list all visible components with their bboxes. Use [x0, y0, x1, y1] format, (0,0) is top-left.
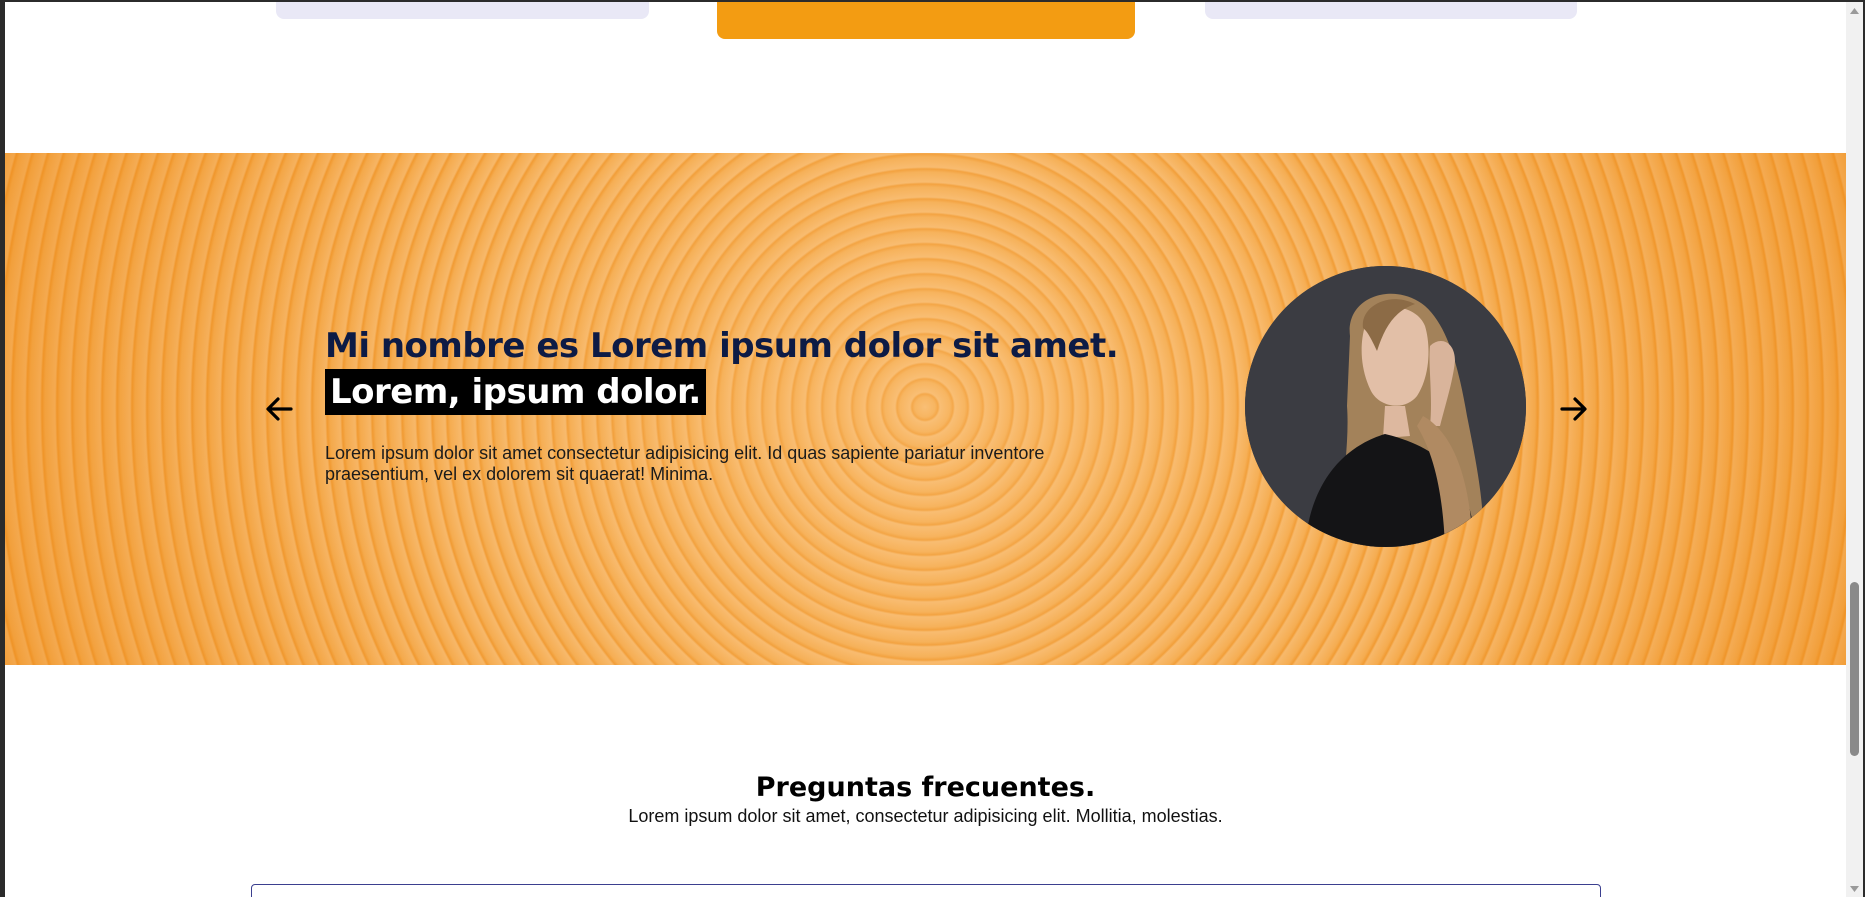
page-viewport: Mi nombre es Lorem ipsum dolor sit amet.…: [5, 2, 1846, 897]
pricing-card-featured: [717, 2, 1135, 39]
caret-down-icon: [1850, 885, 1859, 892]
faq-title: Preguntas frecuentes.: [755, 772, 1096, 803]
portrait-image: [1245, 266, 1526, 547]
slider-next-button[interactable]: [1554, 389, 1594, 429]
caret-up-icon: [1850, 7, 1859, 14]
testimonial-avatar: [1245, 266, 1526, 547]
pricing-card-left: [276, 2, 649, 19]
arrow-left-icon: [266, 397, 293, 421]
faq-subtitle: Lorem ipsum dolor sit amet, consectetur …: [628, 806, 1223, 826]
scroll-down-button[interactable]: [1846, 880, 1863, 897]
testimonial-slider: Mi nombre es Lorem ipsum dolor sit amet.…: [5, 153, 1846, 665]
pricing-card-right: [1205, 2, 1577, 19]
testimonial-content: Mi nombre es Lorem ipsum dolor sit amet.…: [325, 323, 1145, 485]
testimonial-highlight: Lorem, ipsum dolor.: [325, 369, 706, 415]
scrollbar-thumb[interactable]: [1850, 582, 1859, 756]
arrow-right-icon: [1560, 397, 1587, 421]
testimonial-headline: Mi nombre es Lorem ipsum dolor sit amet.: [325, 326, 1119, 366]
scroll-up-button[interactable]: [1846, 2, 1863, 19]
vertical-scrollbar[interactable]: [1846, 2, 1863, 897]
testimonial-description: Lorem ipsum dolor sit amet consectetur a…: [325, 443, 1045, 484]
slider-prev-button[interactable]: [259, 389, 299, 429]
faq-accordion-item[interactable]: [251, 884, 1601, 897]
